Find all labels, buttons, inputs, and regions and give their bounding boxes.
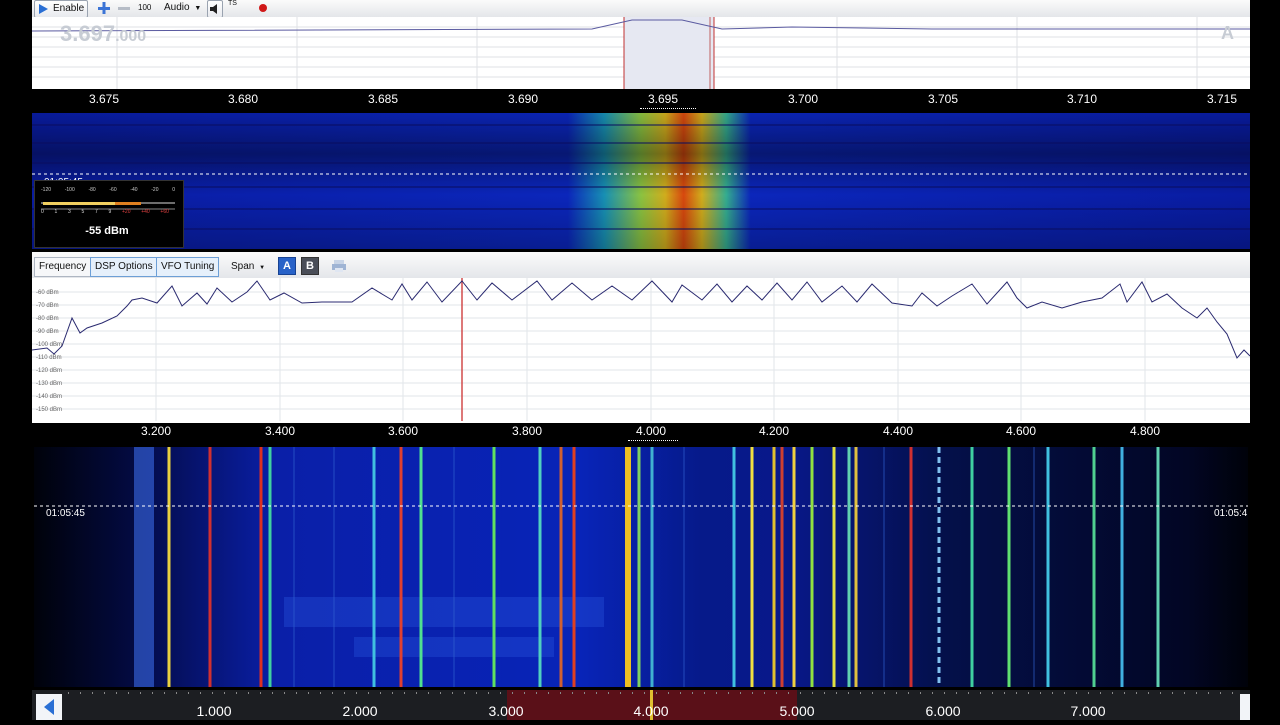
s-meter: -120 -100 -80 -60 -40 -20 0 0 1 3 5 7 9 +20 +40 +60 -5… (34, 180, 184, 248)
scale-tick: 4.000 (633, 703, 669, 719)
scale-tick: 2.000 (342, 703, 378, 719)
scale-tick: 1.000 (196, 703, 232, 719)
zoom-out-icon[interactable] (118, 0, 132, 16)
scale-tick: 3.600 (387, 424, 419, 438)
scale-tick: 7.000 (1070, 703, 1106, 719)
main-waterfall[interactable]: 01:05:45 01:05:4 (34, 447, 1248, 687)
scale-tick: 4.600 (1005, 424, 1037, 438)
arrow-left-icon (44, 699, 54, 715)
zoom-spectrum-graph (32, 17, 1250, 89)
scale-tick: 3.690 (507, 92, 539, 106)
scale-tick: 4.800 (1129, 424, 1161, 438)
scale-tick: 3.200 (140, 424, 172, 438)
vfo-a-button[interactable]: A (278, 257, 296, 275)
span-label: Span (231, 261, 255, 272)
main-frequency-scale[interactable]: 3.200 3.400 3.600 3.800 4.000 4.200 4.40… (32, 421, 1250, 443)
bottom-frequency-bar[interactable]: 1.000 2.000 3.000 4.000 5.000 6.000 7.00… (32, 690, 1250, 720)
ts-label: TS (228, 0, 237, 7)
scale-tick: 5.000 (779, 703, 815, 719)
enable-button[interactable]: Enable (34, 0, 88, 18)
zoom-in-icon[interactable] (98, 0, 112, 16)
vfo-b-button[interactable]: B (301, 257, 319, 275)
scale-tick: 6.000 (925, 703, 961, 719)
record-button[interactable] (258, 0, 268, 16)
scale-tick: 3.675 (88, 92, 120, 106)
scale-top-border (32, 421, 1250, 423)
scale-tick: 3.680 (227, 92, 259, 106)
center-marker (640, 108, 696, 109)
db-scale: -60 dBm -70 dBm -80 dBm -90 dBm -100 dBm… (36, 290, 63, 413)
signal-reading: -55 dBm (85, 225, 129, 237)
waterfall-timestamp-left: 01:05:45 (46, 508, 85, 519)
scale-tick: 3.715 (1206, 92, 1238, 106)
main-spectrum-graph (32, 278, 1250, 421)
audio-label: Audio (164, 2, 190, 13)
span-dropdown[interactable]: Span ▼ (231, 261, 265, 272)
record-icon (259, 4, 267, 12)
zoom-waterfall-image (32, 113, 1250, 249)
play-icon (39, 4, 48, 14)
bottom-ticks (68, 692, 1238, 694)
s-meter-bottom-scale: 0 1 3 5 7 9 +20 +40 +60 (41, 209, 169, 215)
chevron-down-icon: ▼ (194, 5, 202, 12)
zoom-value: 100 (138, 3, 152, 12)
scale-tick: 4.000 (635, 424, 667, 438)
scale-tick: 3.700 (787, 92, 819, 106)
scroll-right-button[interactable] (1240, 694, 1250, 720)
scale-tick: 3.000 (488, 703, 524, 719)
scale-tick: 3.710 (1066, 92, 1098, 106)
scroll-left-button[interactable] (36, 694, 62, 720)
zoom-frequency-scale[interactable]: 3.675 3.680 3.685 3.690 3.695 3.700 3.70… (32, 89, 1250, 109)
chevron-down-icon: ▼ (259, 265, 266, 271)
scale-tick: 4.400 (882, 424, 914, 438)
main-waterfall-image (34, 447, 1248, 687)
waterfall-timestamp-right: 01:05:4 (1214, 508, 1248, 519)
top-toolbar: Enable 100 Audio ▼ TS (32, 0, 1250, 18)
scale-tick: 4.200 (758, 424, 790, 438)
scale-tick: 3.400 (264, 424, 296, 438)
scale-tick: 3.695 (647, 92, 679, 106)
speaker-icon[interactable] (207, 0, 223, 18)
audio-dropdown[interactable]: Audio ▼ (164, 0, 201, 16)
scale-tick: 3.800 (511, 424, 543, 438)
vfo-indicator: A (1221, 23, 1234, 43)
center-marker (628, 440, 678, 441)
tab-frequency[interactable]: Frequency (34, 257, 92, 277)
panel-toolbar: Frequency DSP Options VFO Tuning Span ▼ … (32, 252, 1250, 279)
print-icon[interactable] (332, 259, 346, 277)
s-meter-top-scale: -120 -100 -80 -60 -40 -20 0 (41, 187, 175, 193)
scale-tick: 3.705 (927, 92, 959, 106)
tab-dsp-options[interactable]: DSP Options (90, 257, 158, 277)
enable-label: Enable (53, 3, 85, 14)
main-spectrum[interactable]: -60 dBm -70 dBm -80 dBm -90 dBm -100 dBm… (32, 278, 1250, 421)
zoom-spectrum[interactable]: 3.697.000 A (32, 17, 1250, 89)
tab-vfo-tuning[interactable]: VFO Tuning (156, 257, 220, 277)
frequency-readout: 3.697.000 (60, 21, 147, 46)
zoom-waterfall[interactable]: 01:05:45 (32, 113, 1250, 249)
ts-button[interactable]: TS (228, 0, 237, 16)
scale-tick: 3.685 (367, 92, 399, 106)
